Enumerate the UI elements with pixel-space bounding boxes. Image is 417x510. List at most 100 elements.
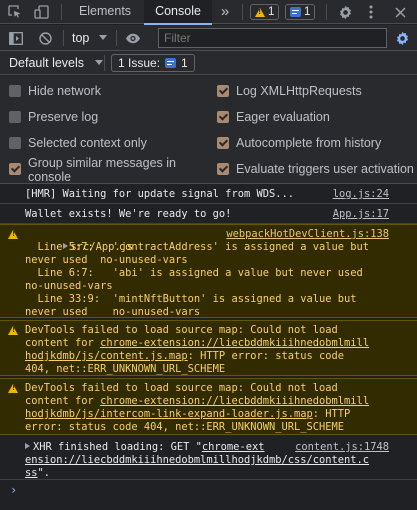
preserve-log-option[interactable]: Preserve log <box>9 110 98 124</box>
option-label: Preserve log <box>28 110 99 124</box>
divider <box>61 4 62 20</box>
console-prompt[interactable]: › <box>10 484 17 497</box>
message-line: hodjkdmb/js/content.js.map: HTTP error: … <box>25 350 345 362</box>
issues-button[interactable]: 1 Issue: 1 <box>111 54 195 72</box>
tab-elements[interactable]: Elements <box>66 0 144 24</box>
log-levels-dropdown[interactable]: Default levels <box>9 51 103 75</box>
warning-icon <box>8 230 18 239</box>
info-icon <box>165 58 177 68</box>
source-link[interactable]: content.js:1748 <box>295 441 389 454</box>
group-similar-checkbox[interactable] <box>9 163 21 175</box>
option-label: Selected context only <box>28 136 147 150</box>
context-selector[interactable]: top <box>72 25 107 51</box>
css-link[interactable]: ss <box>25 467 38 479</box>
chevron-down-icon <box>94 60 103 65</box>
message-line: error: status code 404, net::ERR_UNKNOWN… <box>25 421 345 433</box>
eager-evaluation-checkbox[interactable] <box>217 111 229 123</box>
selected-context-checkbox[interactable] <box>9 137 21 149</box>
divider <box>116 30 117 46</box>
info-badge[interactable]: 1 <box>285 4 316 20</box>
message-line: Line 5:7: 'contractAddress' is assigned … <box>25 241 370 253</box>
autocomplete-checkbox[interactable] <box>217 137 229 149</box>
source-link[interactable]: webpackHotDevClient.js:138 <box>226 228 389 241</box>
message-line: hodjkdmb/js/intercom-link-expand-loader.… <box>25 408 351 420</box>
issues-label: 1 Issue: <box>118 56 161 70</box>
divider <box>104 55 105 71</box>
more-options-icon[interactable] <box>362 0 380 24</box>
warning-icon <box>8 326 18 335</box>
extension-link[interactable]: hodjkdmb/js/content.js.map <box>25 350 188 362</box>
eager-evaluation-option[interactable]: Eager evaluation <box>217 110 330 124</box>
log-levels-label: Default levels <box>9 56 85 70</box>
group-similar-option[interactable]: Group similar messages in console <box>9 156 194 184</box>
source-link[interactable]: App.js:17 <box>333 208 389 221</box>
warning-icon <box>255 7 265 17</box>
message-line: 404, net::ERR_UNKNOWN_URL_SCHEME <box>25 363 226 375</box>
console-toolbar: top <box>0 25 417 51</box>
evaluate-triggers-checkbox[interactable] <box>217 163 229 175</box>
message-line: Line 33:9: 'mintNftButton' is assigned a… <box>25 293 357 305</box>
option-label: Group similar messages in console <box>28 156 176 184</box>
message-line: content for chrome-extension://liecbddmk… <box>25 337 370 349</box>
device-toolbar-icon[interactable] <box>31 0 53 24</box>
more-tabs-button[interactable]: » <box>214 0 236 24</box>
option-label: Log XMLHttpRequests <box>236 84 362 98</box>
log-xhr-option[interactable]: Log XMLHttpRequests <box>217 84 362 98</box>
evaluate-triggers-option[interactable]: Evaluate triggers user activation <box>217 162 414 176</box>
warning-message: src/App.js webpackHotDevClient.js:138 Li… <box>0 224 417 318</box>
clear-console-icon[interactable] <box>35 26 55 50</box>
warning-message: DevTools failed to load source map: Coul… <box>0 378 417 435</box>
option-label: Autocomplete from history <box>236 136 382 150</box>
expand-caret-icon[interactable] <box>25 443 30 449</box>
hide-network-checkbox[interactable] <box>9 85 21 97</box>
message-line: Line 6:7: 'abi' is assigned a value but … <box>25 267 363 279</box>
divider <box>326 4 327 20</box>
settings-gear-icon[interactable] <box>334 0 356 24</box>
divider <box>242 4 243 20</box>
css-link[interactable]: ension://liecbddmkiiihnedobmlmillhodjkdm… <box>25 454 369 466</box>
message-line: ension://liecbddmkiiihnedobmlmillhodjkdm… <box>25 454 391 467</box>
message-line: content for chrome-extension://liecbddmk… <box>25 395 370 407</box>
option-label: Hide network <box>28 84 101 98</box>
console-message: XHR finished loading: GET "chrome-ext co… <box>0 436 417 480</box>
info-icon <box>290 7 301 17</box>
tab-console[interactable]: Console <box>144 0 212 25</box>
autocomplete-option[interactable]: Autocomplete from history <box>217 136 381 150</box>
close-icon[interactable] <box>389 0 411 24</box>
extension-link[interactable]: chrome-extension://liecbddmkiiihnedobmlm… <box>100 337 369 349</box>
css-link[interactable]: chrome-ext <box>202 441 265 453</box>
warnings-badge[interactable]: 1 <box>250 4 280 20</box>
live-expression-eye-icon[interactable] <box>122 26 144 50</box>
inspect-element-icon[interactable] <box>4 0 26 24</box>
issues-count: 1 <box>181 56 188 70</box>
message-line: DevTools failed to load source map: Coul… <box>25 324 338 336</box>
divider <box>63 30 64 46</box>
message-line: never used no-unused-vars <box>25 254 188 266</box>
message-line: never used no-unused-vars <box>25 306 201 318</box>
source-link[interactable]: log.js:24 <box>333 188 389 201</box>
console-message: [HMR] Waiting for update signal from WDS… <box>0 185 417 204</box>
console-settings-pane: Hide network Preserve log Selected conte… <box>0 76 417 184</box>
context-label: top <box>72 31 90 45</box>
log-xhr-checkbox[interactable] <box>217 85 229 97</box>
message-line: ss". <box>25 467 51 479</box>
console-settings-gear-icon[interactable] <box>391 26 413 50</box>
sidebar-toggle-icon[interactable] <box>6 26 26 50</box>
devtools-tabbar: Elements Console » 1 1 <box>0 0 417 25</box>
chevron-down-icon <box>98 35 107 40</box>
warning-icon <box>8 384 18 393</box>
option-label: Evaluate triggers user activation <box>236 162 414 176</box>
hide-network-option[interactable]: Hide network <box>9 84 101 98</box>
option-label: Eager evaluation <box>236 110 330 124</box>
console-message: Wallet exists! We're ready to go! App.js… <box>0 204 417 224</box>
levels-toolbar: Default levels 1 Issue: 1 <box>0 51 417 75</box>
preserve-log-checkbox[interactable] <box>9 111 21 123</box>
warning-message: DevTools failed to load source map: Coul… <box>0 320 417 376</box>
console-output: [HMR] Waiting for update signal from WDS… <box>0 185 417 510</box>
extension-link[interactable]: chrome-extension://liecbddmkiiihnedobmlm… <box>100 395 369 407</box>
selected-context-option[interactable]: Selected context only <box>9 136 147 150</box>
filter-input[interactable] <box>158 28 387 48</box>
message-line: DevTools failed to load source map: Coul… <box>25 382 338 394</box>
extension-link[interactable]: hodjkdmb/js/intercom-link-expand-loader.… <box>25 408 313 420</box>
info-count: 1 <box>304 6 311 18</box>
